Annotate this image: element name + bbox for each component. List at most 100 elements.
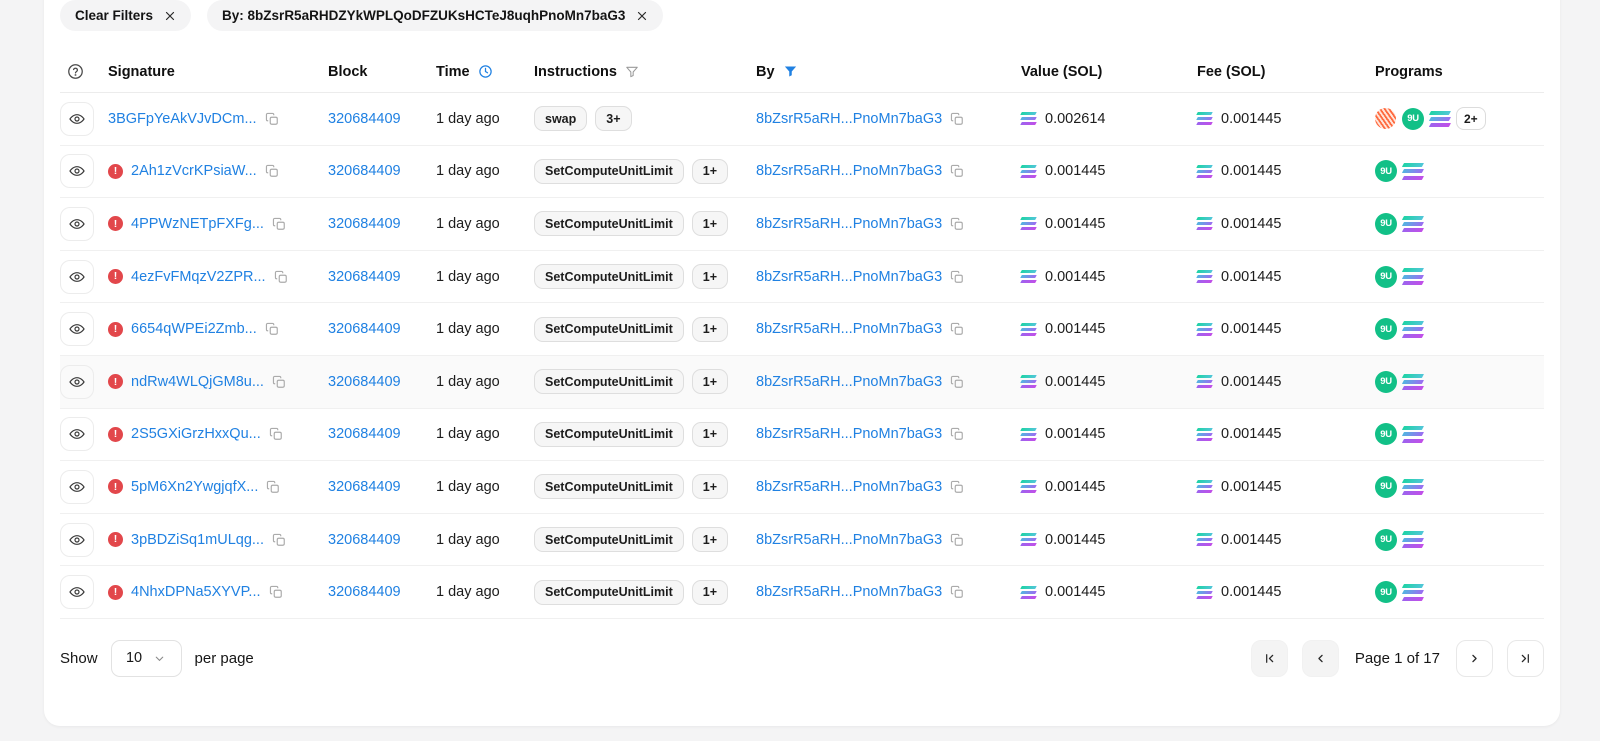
copy-icon[interactable] bbox=[950, 533, 964, 547]
question-icon[interactable] bbox=[67, 63, 84, 80]
copy-icon[interactable] bbox=[950, 112, 964, 126]
preview-button[interactable] bbox=[60, 312, 94, 346]
by-address-link[interactable]: 8bZsrR5aRH...PnoMn7baG3 bbox=[756, 532, 942, 548]
copy-icon[interactable] bbox=[272, 533, 286, 547]
program-9u-icon[interactable]: 9U bbox=[1375, 213, 1397, 235]
solana-program-icon[interactable] bbox=[1403, 321, 1423, 337]
copy-icon[interactable] bbox=[265, 112, 279, 126]
copy-icon[interactable] bbox=[950, 217, 964, 231]
clock-icon[interactable] bbox=[478, 64, 493, 79]
block-cell: 320684409 bbox=[328, 479, 436, 495]
program-9u-icon[interactable]: 9U bbox=[1375, 318, 1397, 340]
block-link[interactable]: 320684409 bbox=[328, 111, 401, 127]
signature-link[interactable]: 3pBDZiSq1mULqg... bbox=[131, 532, 264, 548]
preview-button[interactable] bbox=[60, 523, 94, 557]
copy-icon[interactable] bbox=[274, 270, 288, 284]
clear-filters-button[interactable]: Clear Filters bbox=[60, 0, 191, 31]
preview-button[interactable] bbox=[60, 417, 94, 451]
signature-link[interactable]: ndRw4WLQjGM8u... bbox=[131, 374, 264, 390]
signature-link[interactable]: 3BGFpYeAkVJvDCm... bbox=[108, 111, 257, 127]
filter-active-icon[interactable] bbox=[783, 64, 798, 79]
header-instructions[interactable]: Instructions bbox=[534, 64, 756, 80]
program-9u-icon[interactable]: 9U bbox=[1375, 371, 1397, 393]
copy-icon[interactable] bbox=[265, 164, 279, 178]
copy-icon[interactable] bbox=[272, 217, 286, 231]
by-address-link[interactable]: 8bZsrR5aRH...PnoMn7baG3 bbox=[756, 216, 942, 232]
copy-icon[interactable] bbox=[950, 164, 964, 178]
signature-link[interactable]: 2S5GXiGrzHxxQu... bbox=[131, 426, 261, 442]
by-address-link[interactable]: 8bZsrR5aRH...PnoMn7baG3 bbox=[756, 321, 942, 337]
preview-button[interactable] bbox=[60, 470, 94, 504]
close-icon[interactable] bbox=[164, 10, 176, 22]
solana-program-icon[interactable] bbox=[1403, 479, 1423, 495]
prev-page-button[interactable] bbox=[1302, 640, 1339, 677]
by-address-link[interactable]: 8bZsrR5aRH...PnoMn7baG3 bbox=[756, 111, 942, 127]
copy-icon[interactable] bbox=[950, 270, 964, 284]
preview-button[interactable] bbox=[60, 207, 94, 241]
signature-link[interactable]: 4PPWzNETpFXFg... bbox=[131, 216, 264, 232]
by-address-link[interactable]: 8bZsrR5aRH...PnoMn7baG3 bbox=[756, 374, 942, 390]
block-link[interactable]: 320684409 bbox=[328, 269, 401, 285]
solana-program-icon[interactable] bbox=[1403, 531, 1423, 547]
next-page-button[interactable] bbox=[1456, 640, 1493, 677]
header-by[interactable]: By bbox=[756, 64, 1021, 80]
block-link[interactable]: 320684409 bbox=[328, 321, 401, 337]
preview-button[interactable] bbox=[60, 260, 94, 294]
preview-button[interactable] bbox=[60, 365, 94, 399]
program-striped-icon[interactable] bbox=[1375, 108, 1396, 129]
solana-program-icon[interactable] bbox=[1403, 163, 1423, 179]
by-address-link[interactable]: 8bZsrR5aRH...PnoMn7baG3 bbox=[756, 479, 942, 495]
page-size-select[interactable]: 10 bbox=[111, 640, 182, 677]
copy-icon[interactable] bbox=[269, 427, 283, 441]
solana-program-icon[interactable] bbox=[1403, 374, 1423, 390]
block-link[interactable]: 320684409 bbox=[328, 216, 401, 232]
signature-link[interactable]: 5pM6Xn2YwgjqfX... bbox=[131, 479, 258, 495]
close-icon[interactable] bbox=[636, 10, 648, 22]
by-address-link[interactable]: 8bZsrR5aRH...PnoMn7baG3 bbox=[756, 584, 942, 600]
preview-button[interactable] bbox=[60, 575, 94, 609]
table-row: ndRw4WLQjGM8u... 320684409 1 day ago Set… bbox=[60, 356, 1544, 409]
signature-link[interactable]: 6654qWPEi2Zmb... bbox=[131, 321, 257, 337]
program-9u-icon[interactable]: 9U bbox=[1375, 476, 1397, 498]
solana-program-icon[interactable] bbox=[1403, 584, 1423, 600]
block-link[interactable]: 320684409 bbox=[328, 426, 401, 442]
solana-program-icon[interactable] bbox=[1430, 111, 1450, 127]
copy-icon[interactable] bbox=[950, 375, 964, 389]
solana-program-icon[interactable] bbox=[1403, 216, 1423, 232]
by-address-link[interactable]: 8bZsrR5aRH...PnoMn7baG3 bbox=[756, 163, 942, 179]
copy-icon[interactable] bbox=[272, 375, 286, 389]
filter-icon[interactable] bbox=[625, 65, 639, 79]
by-address-link[interactable]: 8bZsrR5aRH...PnoMn7baG3 bbox=[756, 426, 942, 442]
preview-button[interactable] bbox=[60, 154, 94, 188]
signature-link[interactable]: 4NhxDPNa5XYVP... bbox=[131, 584, 261, 600]
program-9u-icon[interactable]: 9U bbox=[1375, 529, 1397, 551]
sol-icon bbox=[1197, 375, 1212, 388]
block-link[interactable]: 320684409 bbox=[328, 479, 401, 495]
copy-icon[interactable] bbox=[265, 322, 279, 336]
copy-icon[interactable] bbox=[950, 427, 964, 441]
block-link[interactable]: 320684409 bbox=[328, 584, 401, 600]
program-9u-icon[interactable]: 9U bbox=[1375, 423, 1397, 445]
signature-link[interactable]: 2Ah1zVcrKPsiaW... bbox=[131, 163, 257, 179]
copy-icon[interactable] bbox=[269, 585, 283, 599]
by-address-link[interactable]: 8bZsrR5aRH...PnoMn7baG3 bbox=[756, 269, 942, 285]
copy-icon[interactable] bbox=[950, 322, 964, 336]
block-link[interactable]: 320684409 bbox=[328, 374, 401, 390]
copy-icon[interactable] bbox=[950, 585, 964, 599]
preview-button[interactable] bbox=[60, 102, 94, 136]
solana-program-icon[interactable] bbox=[1403, 426, 1423, 442]
copy-icon[interactable] bbox=[266, 480, 280, 494]
header-time[interactable]: Time bbox=[436, 64, 534, 80]
block-link[interactable]: 320684409 bbox=[328, 163, 401, 179]
program-9u-icon[interactable]: 9U bbox=[1402, 108, 1424, 130]
solana-program-icon[interactable] bbox=[1403, 268, 1423, 284]
last-page-button[interactable] bbox=[1507, 640, 1544, 677]
program-9u-icon[interactable]: 9U bbox=[1375, 581, 1397, 603]
block-link[interactable]: 320684409 bbox=[328, 532, 401, 548]
copy-icon[interactable] bbox=[950, 480, 964, 494]
program-9u-icon[interactable]: 9U bbox=[1375, 160, 1397, 182]
signature-link[interactable]: 4ezFvFMqzV2ZPR... bbox=[131, 269, 266, 285]
program-9u-icon[interactable]: 9U bbox=[1375, 266, 1397, 288]
first-page-button[interactable] bbox=[1251, 640, 1288, 677]
active-filter-chip[interactable]: By: 8bZsrR5aRHDZYkWPLQoDFZUKsHCTeJ8uqhPn… bbox=[207, 0, 663, 31]
